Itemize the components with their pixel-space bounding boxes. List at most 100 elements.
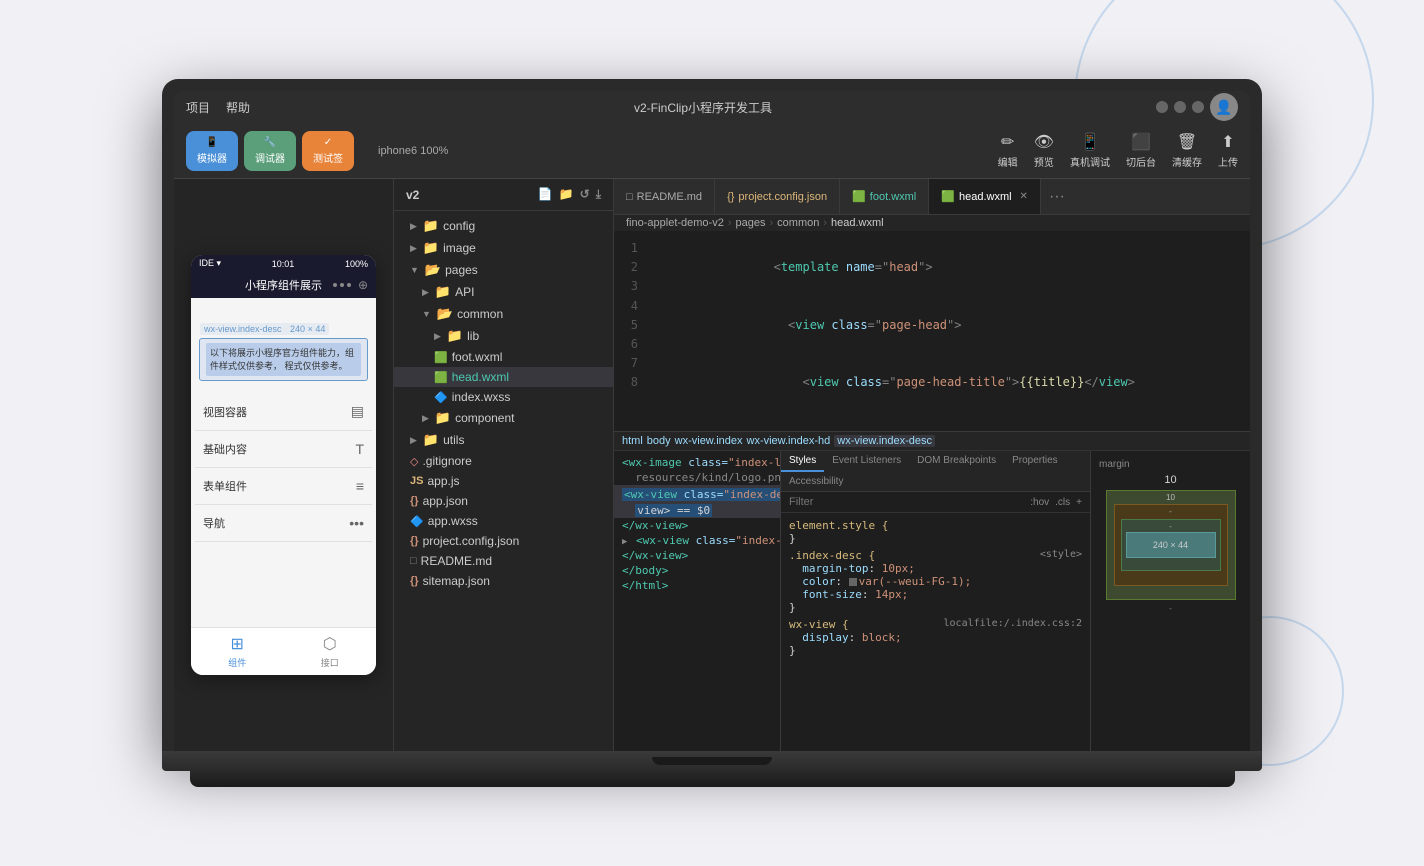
box-model-panel: margin 10 10 - (1090, 451, 1250, 751)
style-close-index-desc: } (789, 601, 796, 614)
tab-properties[interactable]: Properties (1004, 451, 1066, 472)
tab-styles[interactable]: Styles (781, 451, 824, 472)
tree-item-head-wxml[interactable]: 🟩 head.wxml (394, 367, 613, 387)
tree-item-sitemap[interactable]: {} sitemap.json (394, 571, 613, 591)
tree-item-image[interactable]: ▶ 📁 image (394, 237, 613, 259)
styles-panel: Styles Event Listeners DOM Breakpoints P… (780, 451, 1090, 751)
toolbar-clearcache-btn[interactable]: 🗑 清缓存 (1172, 132, 1202, 169)
filter-hov-btn[interactable]: :hov (1030, 497, 1049, 508)
tree-item-config[interactable]: ▶ 📁 config (394, 215, 613, 237)
elem-crumb-wxview-hd[interactable]: wx-view.index-hd (747, 435, 831, 447)
breadcrumb-common: common (777, 217, 819, 229)
folder-icon-component: 📁 (435, 410, 451, 426)
toolbar-upload-btn[interactable]: ⬆ 上传 (1218, 132, 1238, 169)
nav-api[interactable]: ⬡ 接口 (321, 634, 339, 669)
tree-item-gitignore[interactable]: ◇ .gitignore (394, 451, 613, 471)
tree-item-readme[interactable]: □ README.md (394, 551, 613, 571)
styles-filter-input[interactable] (789, 496, 1024, 508)
breadcrumb-file: head.wxml (831, 217, 884, 229)
toolbar-edit-btn[interactable]: ✏ 编辑 (998, 132, 1018, 169)
simulator-panel: IDE ▾ 10:01 100% 小程序组件展示 ⊕ (174, 179, 394, 751)
tree-item-index-wxss[interactable]: 🔷 index.wxss (394, 387, 613, 407)
tree-arrow-utils: ▶ (410, 435, 417, 446)
tab-dom-breakpoints[interactable]: DOM Breakpoints (909, 451, 1004, 472)
phone-menu-items: 视图容器 ▤ 基础内容 T 表单组件 ≡ (191, 389, 376, 627)
title-bar-left: 项目 帮助 (186, 99, 250, 116)
nav-component[interactable]: ⊞ 组件 (228, 634, 246, 669)
box-model-margin-label: margin (1099, 459, 1242, 470)
simulator-label: 模拟器 (197, 150, 227, 165)
filter-add-btn[interactable]: + (1076, 497, 1082, 508)
styles-filter: :hov .cls + (781, 492, 1090, 513)
elem-crumb-body[interactable]: body (647, 435, 671, 447)
win-maximize-btn[interactable] (1174, 101, 1186, 113)
test-btn[interactable]: ✓ 测试签 (302, 131, 354, 171)
tree-item-utils[interactable]: ▶ 📁 utils (394, 429, 613, 451)
tree-item-common[interactable]: ▼ 📂 common (394, 303, 613, 325)
simulator-btn[interactable]: 📱 模拟器 (186, 131, 238, 171)
tree-item-foot-wxml[interactable]: 🟩 foot.wxml (394, 347, 613, 367)
menu-item-basic[interactable]: 基础内容 T (195, 431, 372, 468)
new-folder-icon[interactable]: 📁 (559, 187, 574, 202)
user-avatar[interactable]: 👤 (1210, 93, 1238, 121)
tree-label-app-json: app.json (423, 494, 468, 508)
html-inspector[interactable]: <wx-image class="index-logo" src="../res… (614, 451, 780, 751)
style-source-wx-view[interactable]: localfile:/.index.css:2 (944, 618, 1082, 629)
menu-item-nav[interactable]: 导航 ••• (195, 505, 372, 542)
box-labels: - (1099, 604, 1242, 613)
tab-foot-wxml[interactable]: 🟩 foot.wxml (840, 179, 929, 214)
style-selector-wx-view: wx-view { (789, 618, 849, 631)
toolbar-preview-btn[interactable]: 👁 预览 (1034, 132, 1054, 169)
html-line-4: view> == $0 (614, 503, 780, 518)
html-line-6: ▶ <wx-view class="index-bd" >_</wx-view> (614, 533, 780, 548)
tab-event-listeners[interactable]: Event Listeners (824, 451, 909, 472)
laptop-base (162, 751, 1262, 771)
tab-project-json[interactable]: {} project.config.json (715, 179, 840, 214)
box-model-margin-value: 10 (1099, 474, 1242, 486)
html-line-5: </wx-view> (614, 518, 780, 533)
laptop-screen-bezel: 项目 帮助 v2-FinClip小程序开发工具 👤 📱 模拟器 (162, 79, 1262, 751)
tab-head-wxml-close[interactable]: ✕ (1020, 191, 1028, 202)
menu-project[interactable]: 项目 (186, 99, 210, 116)
style-prop-color: color (802, 575, 835, 588)
tab-foot-wxml-icon: 🟩 (852, 190, 866, 203)
debugger-btn[interactable]: 🔧 调试器 (244, 131, 296, 171)
menu-item-nav-label: 导航 (203, 515, 225, 531)
tree-item-api[interactable]: ▶ 📁 API (394, 281, 613, 303)
box-padding-val: - (1169, 522, 1172, 531)
new-file-icon[interactable]: 📄 (538, 187, 553, 202)
nav-component-label: 组件 (228, 656, 246, 669)
tree-label-project-json: project.config.json (423, 534, 520, 548)
tree-item-project-json[interactable]: {} project.config.json (394, 531, 613, 551)
elem-crumb-wxview-index[interactable]: wx-view.index (675, 435, 743, 447)
win-minimize-btn[interactable] (1156, 101, 1168, 113)
menu-help[interactable]: 帮助 (226, 99, 250, 116)
elem-crumb-wxview-desc[interactable]: wx-view.index-desc (834, 435, 935, 447)
tree-item-app-js[interactable]: JS app.js (394, 471, 613, 491)
box-border-val: - (1169, 507, 1172, 516)
editor-tabs: □ README.md {} project.config.json 🟩 foo… (614, 179, 1250, 215)
tab-readme[interactable]: □ README.md (614, 179, 715, 214)
refresh-icon[interactable]: ↺ (580, 187, 590, 202)
title-bar-controls: 👤 (1156, 93, 1238, 121)
filter-cls-btn[interactable]: .cls (1055, 497, 1070, 508)
code-content[interactable]: <template name="head"> <view class="page… (650, 231, 1250, 431)
menu-item-form[interactable]: 表单组件 ≡ (195, 468, 372, 505)
collapse-icon[interactable]: ⤓ (596, 187, 601, 202)
style-selector-index-desc: .index-desc { (789, 549, 875, 562)
tree-item-app-json[interactable]: {} app.json (394, 491, 613, 511)
tab-accessibility[interactable]: Accessibility (781, 472, 851, 491)
style-val-font-size: 14px; (875, 588, 908, 601)
tree-item-component[interactable]: ▶ 📁 component (394, 407, 613, 429)
tree-item-lib[interactable]: ▶ 📁 lib (394, 325, 613, 347)
tab-more-btn[interactable]: ··· (1041, 188, 1073, 206)
toolbar-realdevice-btn[interactable]: 📱 真机调试 (1070, 132, 1110, 169)
elem-crumb-html[interactable]: html (622, 435, 643, 447)
toolbar-background-btn[interactable]: ⬛ 切后台 (1126, 132, 1156, 169)
win-close-btn[interactable] (1192, 101, 1204, 113)
tree-arrow-api: ▶ (422, 287, 429, 298)
tree-item-app-wxss[interactable]: 🔷 app.wxss (394, 511, 613, 531)
tree-item-pages[interactable]: ▼ 📂 pages (394, 259, 613, 281)
tab-head-wxml[interactable]: 🟩 head.wxml ✕ (929, 179, 1041, 214)
menu-item-view[interactable]: 视图容器 ▤ (195, 393, 372, 431)
